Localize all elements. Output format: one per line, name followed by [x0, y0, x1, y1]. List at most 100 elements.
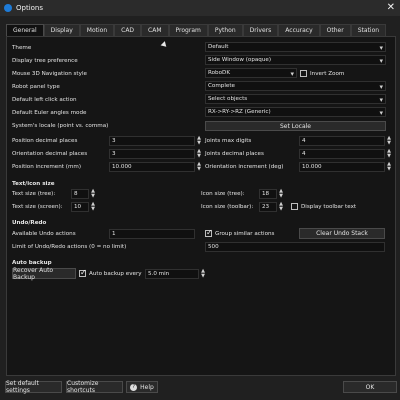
text-screen-value: 10: [74, 204, 82, 210]
undo-heading: Undo/Redo: [12, 220, 47, 226]
euler-mode-value: RX->RY->RZ (Generic): [208, 109, 271, 115]
label-icon-toolbar: Icon size (toolbar):: [201, 204, 254, 210]
label-euler-mode: Default Euler angles mode: [12, 110, 87, 116]
pos-decimals-value: 3: [112, 138, 116, 144]
invert-zoom-checkbox[interactable]: [300, 70, 307, 77]
robot-panel-select[interactable]: Complete ▾: [205, 81, 386, 91]
spin-arrows-icon[interactable]: ▲ ▼: [89, 189, 97, 199]
text-icon-heading: Text/icon size: [12, 181, 55, 187]
orient-decimals-spinbox[interactable]: 3 ▲ ▼: [109, 149, 201, 159]
label-joints-decimals: Joints decimal places: [205, 151, 264, 157]
label-left-click: Default left click action: [12, 97, 77, 103]
spin-arrows-icon[interactable]: ▲ ▼: [385, 136, 393, 146]
joints-digits-value: 4: [302, 138, 306, 144]
auto-backup-checkbox[interactable]: [79, 268, 87, 277]
help-icon: ?: [130, 383, 138, 391]
chevron-down-icon: ▾: [290, 70, 294, 78]
orient-decimals-value: 3: [112, 151, 116, 157]
orient-increment-value: 10.000: [302, 164, 322, 170]
label-locale: System's locale (point vs. comma): [12, 123, 109, 129]
invert-zoom-label: Invert Zoom: [310, 71, 345, 77]
available-undo-input[interactable]: 1: [109, 229, 195, 239]
spin-arrows-icon[interactable]: ▲ ▼: [277, 202, 285, 212]
spin-arrows-icon[interactable]: ▲ ▼: [195, 149, 203, 159]
chevron-down-icon: ▾: [379, 109, 383, 117]
joints-digits-spinbox[interactable]: 4 ▲ ▼: [299, 136, 391, 146]
available-undo-value: 1: [112, 231, 116, 237]
mouse-nav-select[interactable]: RoboDK ▾: [205, 68, 297, 78]
group-similar-checkbox[interactable]: [205, 228, 213, 237]
display-toolbar-text-checkbox[interactable]: [291, 203, 298, 210]
bottom-bar: Set default settings Customize shortcuts…: [0, 376, 400, 400]
recover-auto-backup-button[interactable]: Recover Auto Backup: [12, 267, 76, 281]
theme-value: Default: [208, 44, 229, 50]
auto-backup-interval-spinbox[interactable]: 5.0 min ▲ ▼: [145, 269, 205, 279]
label-orient-decimals: Orientation decimal places: [12, 151, 88, 157]
chevron-down-icon: ▾: [379, 96, 383, 104]
spin-arrows-icon[interactable]: ▲ ▼: [199, 269, 207, 279]
pos-increment-spinbox[interactable]: 10.000 ▲ ▼: [109, 162, 201, 172]
spin-arrows-icon[interactable]: ▲ ▼: [195, 136, 203, 146]
label-undo-limit: Limit of Undo/Redo actions (0 = no limit…: [12, 244, 127, 250]
chevron-down-icon: ▾: [379, 57, 383, 65]
icon-tree-spinbox[interactable]: 18 ▲ ▼: [259, 189, 283, 199]
set-default-settings-button[interactable]: Set default settings: [5, 380, 62, 394]
auto-backup-interval-value: 5.0 min: [148, 271, 170, 277]
close-icon[interactable]: ✕: [387, 2, 395, 13]
chevron-down-icon: ▾: [379, 83, 383, 91]
label-text-screen: Text size (screen):: [12, 204, 63, 210]
help-label: Help: [140, 383, 154, 391]
spin-arrows-icon[interactable]: ▲ ▼: [195, 162, 203, 172]
label-icon-tree: Icon size (tree):: [201, 191, 245, 197]
text-screen-spinbox[interactable]: 10 ▲ ▼: [71, 202, 95, 212]
app-icon: [4, 4, 12, 12]
left-click-value: Select objects: [208, 96, 248, 102]
display-tree-value: Side Window (opaque): [208, 57, 272, 63]
auto-backup-heading: Auto backup: [12, 260, 52, 266]
spin-arrows-icon[interactable]: ▲ ▼: [89, 202, 97, 212]
label-orient-increment: Orientation increment (deg): [205, 164, 284, 170]
title-bar: Options ✕: [0, 0, 400, 16]
text-tree-value: 8: [74, 191, 78, 197]
icon-tree-value: 18: [262, 191, 270, 197]
orient-increment-spinbox[interactable]: 10.000 ▲ ▼: [299, 162, 391, 172]
pos-decimals-spinbox[interactable]: 3 ▲ ▼: [109, 136, 201, 146]
pos-increment-value: 10.000: [112, 164, 132, 170]
icon-toolbar-value: 23: [262, 204, 270, 210]
display-tree-select[interactable]: Side Window (opaque) ▾: [205, 55, 386, 65]
tab-bar: General Display Motion CAD CAM Program P…: [6, 24, 387, 37]
customize-shortcuts-button[interactable]: Customize shortcuts: [66, 380, 123, 394]
general-panel: Theme Default ▾ Display tree preference …: [6, 36, 396, 376]
joints-decimals-value: 4: [302, 151, 306, 157]
group-similar-label: Group similar actions: [215, 231, 275, 237]
icon-toolbar-spinbox[interactable]: 23 ▲ ▼: [259, 202, 283, 212]
mouse-nav-value: RoboDK: [208, 70, 231, 76]
spin-arrows-icon[interactable]: ▲ ▼: [385, 162, 393, 172]
text-tree-spinbox[interactable]: 8 ▲ ▼: [71, 189, 95, 199]
label-display-tree: Display tree preference: [12, 58, 78, 64]
label-joints-digits: Joints max digits: [205, 138, 252, 144]
clear-undo-stack-button[interactable]: Clear Undo Stack: [299, 228, 385, 239]
window-title: Options: [16, 4, 44, 12]
label-text-tree: Text size (tree):: [12, 191, 56, 197]
undo-limit-input[interactable]: 500: [205, 242, 385, 252]
spin-arrows-icon[interactable]: ▲ ▼: [277, 189, 285, 199]
options-window: Options ✕ General Display Motion CAD CAM…: [0, 0, 400, 400]
label-theme: Theme: [12, 45, 32, 51]
theme-select[interactable]: Default ▾: [205, 42, 386, 52]
spin-arrows-icon[interactable]: ▲ ▼: [385, 149, 393, 159]
joints-decimals-spinbox[interactable]: 4 ▲ ▼: [299, 149, 391, 159]
left-click-select[interactable]: Select objects ▾: [205, 94, 386, 104]
set-locale-button[interactable]: Set Locale: [205, 121, 386, 131]
label-robot-panel: Robot panel type: [12, 84, 60, 90]
label-pos-increment: Position increment (mm): [12, 164, 82, 170]
help-button[interactable]: ? Help: [126, 381, 158, 393]
label-mouse-nav: Mouse 3D Navigation style: [12, 71, 87, 77]
label-available-undo: Available Undo actions: [12, 231, 76, 237]
robot-panel-value: Complete: [208, 83, 235, 89]
label-pos-decimals: Position decimal places: [12, 138, 78, 144]
auto-backup-label: Auto backup every: [89, 271, 142, 277]
euler-mode-select[interactable]: RX->RY->RZ (Generic) ▾: [205, 107, 386, 117]
undo-limit-value: 500: [208, 244, 219, 250]
ok-button[interactable]: OK: [343, 381, 397, 393]
